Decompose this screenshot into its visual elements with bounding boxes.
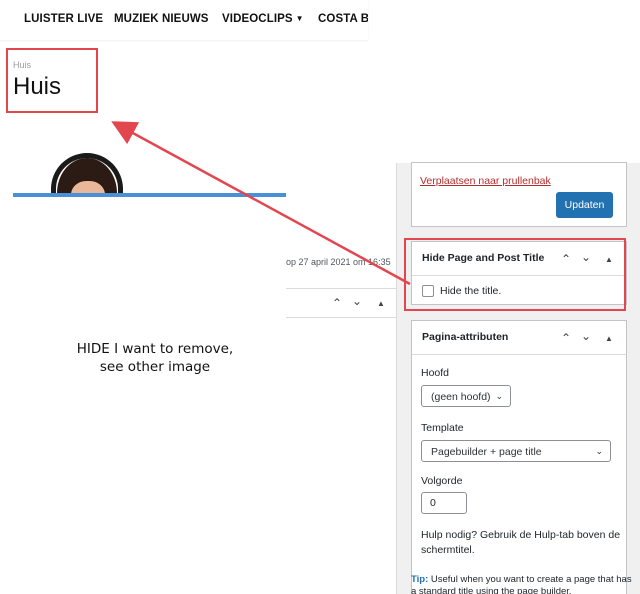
tip-prefix: Tip: [411,574,429,585]
parent-select[interactable]: (geen hoofd) ⌄ [421,385,511,407]
template-select[interactable]: Pagebuilder + page title ⌄ [421,440,611,462]
help-text: Hulp nodig? Gebruik de Hulp-tab boven de… [421,529,621,556]
template-select-value: Pagebuilder + page title [431,446,542,458]
page-attributes-panel-title: Pagina-attributen [422,331,509,343]
chevron-down-icon: ⌄ [595,446,603,456]
page-attributes-panel: Pagina-attributen ⌃ ⌄ ▲ Hoofd (geen hoof… [411,320,627,594]
chevron-up-icon[interactable]: ⌃ [332,296,342,310]
chevron-up-icon[interactable]: ⌃ [561,331,571,345]
chevron-down-icon: ▼ [295,14,304,23]
page-attributes-panel-header[interactable]: Pagina-attributen ⌃ ⌄ ▲ [412,321,626,355]
nav-item-videoclips-label: VIDEOCLIPS [222,13,293,25]
order-label: Volgorde [421,475,463,487]
trash-link[interactable]: Verplaatsen naar prullenbak [420,175,551,187]
hero-image [13,145,286,197]
nav-item-muziek-nieuws[interactable]: MUZIEK NIEUWS [114,13,209,25]
editor-panel-header: ⌃ ⌄ ▲ [286,288,396,318]
update-button[interactable]: Updaten [556,192,613,218]
tip-body: Useful when you want to create a page th… [411,574,632,594]
tip-text: Tip: Useful when you want to create a pa… [411,574,636,594]
note-line-2: see other image [99,359,211,375]
note-line-1: HIDE I want to remove, [76,341,234,357]
nav-item-luister-live[interactable]: LUISTER LIVE [24,13,103,25]
chevron-down-icon: ⌄ [495,391,503,401]
chevron-down-icon[interactable]: ⌄ [581,329,591,343]
order-input[interactable]: 0 [421,492,467,514]
publish-date: op 27 april 2021 om 16:35 [286,257,391,267]
chevron-down-icon[interactable]: ⌄ [352,294,362,308]
nav-item-videoclips[interactable]: VIDEOCLIPS ▼ [222,13,304,25]
annotation-box-hide-title [404,238,626,311]
image-blue-bar [13,193,286,197]
publish-panel: Verplaatsen naar prullenbak Updaten [411,162,627,227]
nav-item-costa-bl[interactable]: COSTA BL [318,13,368,25]
editor-sidebar: Verplaatsen naar prullenbak Updaten Hide… [396,162,640,594]
annotation-note: HIDE I want to remove, see other image [40,340,270,376]
triangle-up-icon[interactable]: ▲ [377,299,385,308]
top-navigation: LUISTER LIVE MUZIEK NIEUWS VIDEOCLIPS ▼ C… [0,0,368,40]
parent-label: Hoofd [421,367,450,379]
triangle-up-icon[interactable]: ▲ [605,334,613,343]
parent-select-value: (geen hoofd) [431,391,491,403]
template-label: Template [421,422,464,434]
annotation-box-title [6,48,98,113]
